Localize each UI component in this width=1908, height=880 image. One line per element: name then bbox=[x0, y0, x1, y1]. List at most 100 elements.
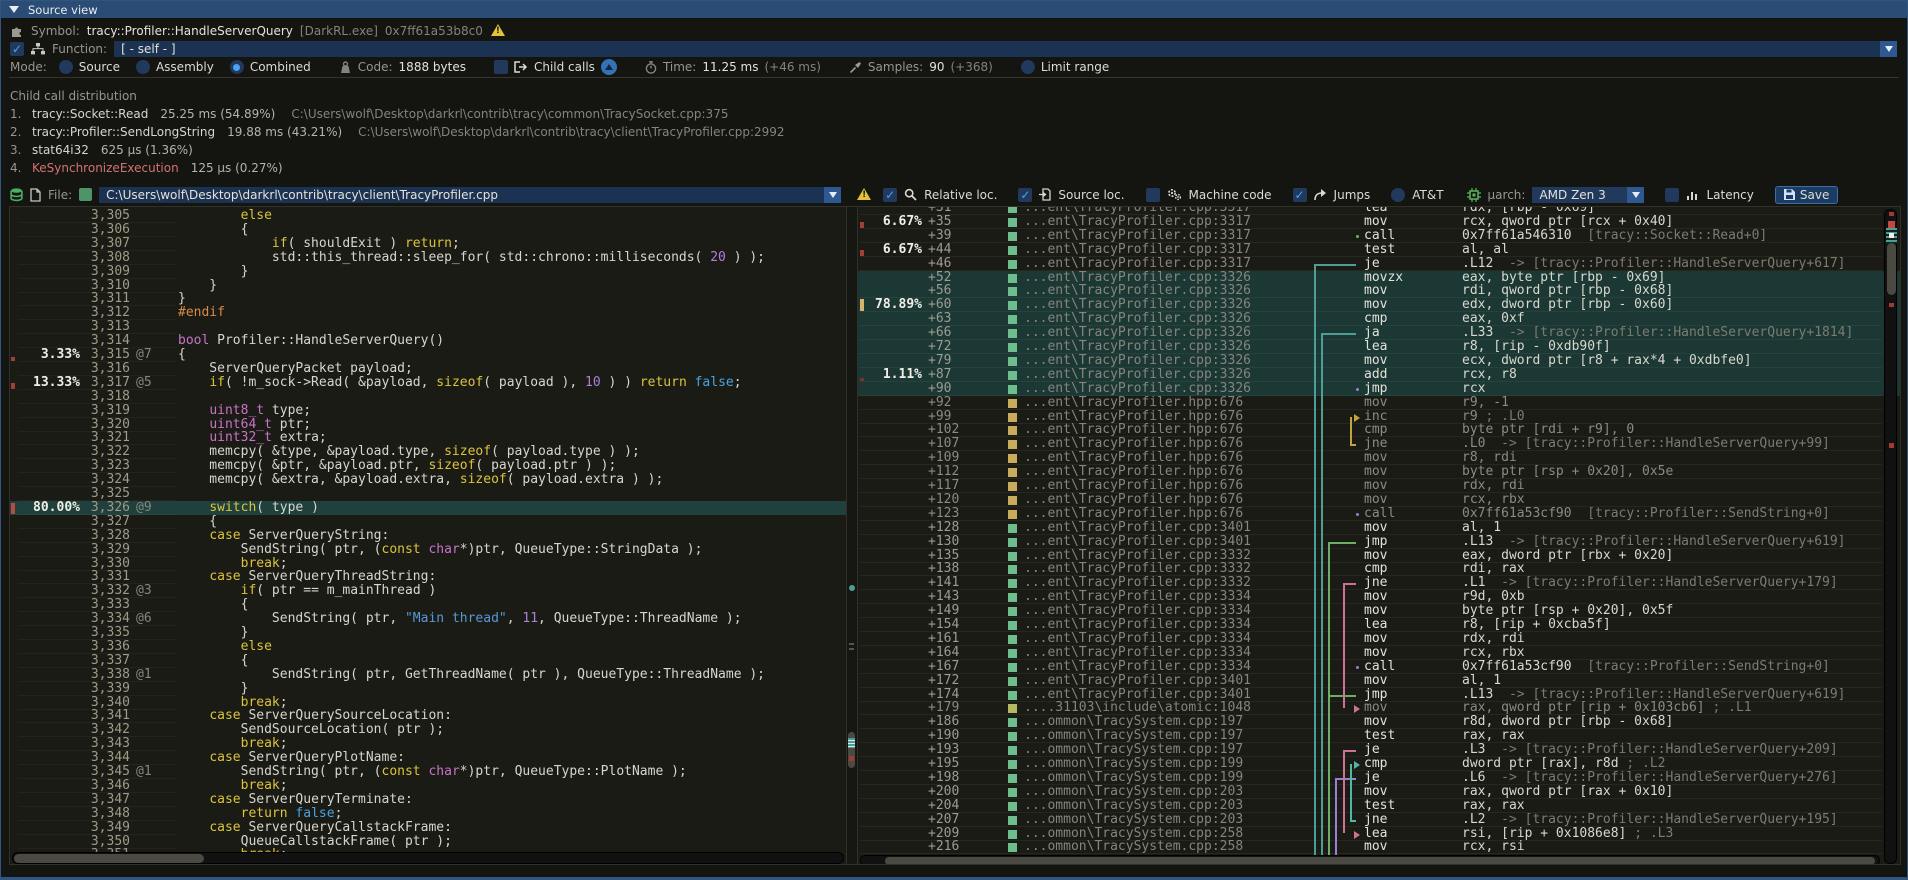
source-line[interactable]: 3,337 { bbox=[10, 654, 846, 668]
source-line[interactable]: 3,324 memcpy( &extra, &payload.extra, si… bbox=[10, 473, 846, 487]
source-line[interactable]: 3,308 std::this_thread::sleep_for( std::… bbox=[10, 251, 846, 265]
divider-grip[interactable] bbox=[849, 585, 855, 591]
asm-hscrollbar[interactable] bbox=[860, 855, 1880, 865]
asm-row[interactable]: +135...ent\TracyProfiler.cpp:3332moveax,… bbox=[858, 549, 1900, 563]
jumps-checkbox[interactable] bbox=[1293, 188, 1307, 202]
source-line[interactable]: 3,311} bbox=[10, 292, 846, 306]
machine-code-checkbox[interactable] bbox=[1146, 188, 1160, 202]
source-line[interactable]: 3,335 } bbox=[10, 626, 846, 640]
asm-row[interactable]: +92...ent\TracyProfiler.hpp:676movr9, -1 bbox=[858, 396, 1900, 410]
source-pane[interactable]: 3,305 else3,306 {3,307 if( shouldExit ) … bbox=[9, 206, 847, 865]
asm-row[interactable]: +167...ent\TracyProfiler.cpp:3334call0x7… bbox=[858, 660, 1900, 674]
source-hscrollbar-thumb[interactable] bbox=[14, 854, 204, 863]
asm-row[interactable]: 78.89%+60...ent\TracyProfiler.cpp:3326mo… bbox=[858, 298, 1900, 312]
asm-row[interactable]: +102...ent\TracyProfiler.hpp:676cmpbyte … bbox=[858, 423, 1900, 437]
relative-loc-label[interactable]: Relative loc. bbox=[924, 188, 997, 202]
source-line[interactable]: 3,339 } bbox=[10, 682, 846, 696]
source-line[interactable]: 3.33%3,315@7{ bbox=[10, 348, 846, 362]
source-loc-label[interactable]: Source loc. bbox=[1058, 188, 1124, 202]
child-call-item[interactable]: 4.KeSynchronizeExecution125 µs (0.27%) bbox=[10, 159, 785, 177]
mode-radio-source[interactable] bbox=[59, 60, 73, 74]
asm-row[interactable]: +109...ent\TracyProfiler.hpp:676movr8, r… bbox=[858, 451, 1900, 465]
source-line[interactable]: 3,341 case ServerQuerySourceLocation: bbox=[10, 709, 846, 723]
child-calls-label[interactable]: Child calls bbox=[534, 60, 595, 74]
limit-range-checkbox[interactable] bbox=[1021, 60, 1035, 74]
asm-row[interactable]: +52...ent\TracyProfiler.cpp:3326movzxeax… bbox=[858, 271, 1900, 285]
asm-row[interactable]: +46...ent\TracyProfiler.cpp:3317je.L12 -… bbox=[858, 257, 1900, 271]
asm-row[interactable]: +107...ent\TracyProfiler.hpp:676jne.L0 -… bbox=[858, 437, 1900, 451]
source-line[interactable]: 3,336 else bbox=[10, 640, 846, 654]
asm-row[interactable]: +130...ent\TracyProfiler.cpp:3401jmp.L13… bbox=[858, 535, 1900, 549]
source-line[interactable]: 3,319 uint8_t type; bbox=[10, 404, 846, 418]
asm-row[interactable]: +56...ent\TracyProfiler.cpp:3326movrdi, … bbox=[858, 284, 1900, 298]
source-line[interactable]: 3,348 return false; bbox=[10, 807, 846, 821]
source-loc-checkbox[interactable] bbox=[1018, 188, 1032, 202]
source-line[interactable]: 3,342 SendSourceLocation( ptr ); bbox=[10, 723, 846, 737]
source-line[interactable]: 3,307 if( shouldExit ) return; bbox=[10, 237, 846, 251]
source-line[interactable]: 3,331 case ServerQueryThreadString: bbox=[10, 570, 846, 584]
asm-row[interactable]: +72...ent\TracyProfiler.cpp:3326lear8, [… bbox=[858, 340, 1900, 354]
asm-row[interactable]: +164...ent\TracyProfiler.cpp:3334movrcx,… bbox=[858, 646, 1900, 660]
source-line[interactable]: 3,323 memcpy( &ptr, &payload.ptr, sizeof… bbox=[10, 459, 846, 473]
source-line[interactable]: 3,305 else bbox=[10, 209, 846, 223]
source-line[interactable]: 3,322 memcpy( &type, &payload.type, size… bbox=[10, 445, 846, 459]
asm-row[interactable]: +161...ent\TracyProfiler.cpp:3334movrdx,… bbox=[858, 632, 1900, 646]
asm-row[interactable]: +207...ommon\TracySystem.cpp:203jne.L2 -… bbox=[858, 813, 1900, 827]
asm-row[interactable]: +143...ent\TracyProfiler.cpp:3334movr9d,… bbox=[858, 590, 1900, 604]
asm-row[interactable]: +120...ent\TracyProfiler.hpp:676movrcx, … bbox=[858, 493, 1900, 507]
att-label[interactable]: AT&T bbox=[1412, 188, 1443, 202]
child-call-item[interactable]: 2.tracy::Profiler::SendLongString19.88 m… bbox=[10, 123, 785, 141]
asm-row[interactable]: +190...ommon\TracySystem.cpp:197testrax,… bbox=[858, 729, 1900, 743]
asm-row[interactable]: +200...ommon\TracySystem.cpp:203movrax, … bbox=[858, 785, 1900, 799]
file-combo-caret[interactable] bbox=[824, 187, 841, 203]
asm-row[interactable]: 6.67%+35...ent\TracyProfiler.cpp:3317mov… bbox=[858, 215, 1900, 229]
title-bar[interactable]: Source view bbox=[1, 1, 1907, 18]
asm-row[interactable]: +186...ommon\TracySystem.cpp:197movr8d, … bbox=[858, 715, 1900, 729]
asm-row[interactable]: +128...ent\TracyProfiler.cpp:3401moval, … bbox=[858, 521, 1900, 535]
asm-vscrollbar-thumb[interactable] bbox=[1887, 243, 1896, 295]
asm-row[interactable]: +204...ommon\TracySystem.cpp:203testrax,… bbox=[858, 799, 1900, 813]
asm-row[interactable]: +39...ent\TracyProfiler.cpp:3317call0x7f… bbox=[858, 229, 1900, 243]
source-line[interactable]: 3,313 bbox=[10, 320, 846, 334]
source-line[interactable]: 3,321 uint32_t extra; bbox=[10, 431, 846, 445]
source-line[interactable]: 3,350 QueueCallstackFrame( ptr ); bbox=[10, 835, 846, 849]
asm-row[interactable]: +172...ent\TracyProfiler.cpp:3401moval, … bbox=[858, 674, 1900, 688]
function-combo-caret[interactable] bbox=[1880, 41, 1897, 57]
asm-row[interactable]: +179....31103\include\atomic:1048movrax,… bbox=[858, 701, 1900, 715]
mode-radio-assembly[interactable] bbox=[136, 60, 150, 74]
source-line[interactable]: 3,330 break; bbox=[10, 557, 846, 571]
source-line[interactable]: 3,310 } bbox=[10, 279, 846, 293]
uarch-combo-caret[interactable] bbox=[1627, 187, 1644, 203]
relative-loc-checkbox[interactable] bbox=[883, 188, 897, 202]
source-line[interactable]: 3,316 ServerQueryPacket payload; bbox=[10, 362, 846, 376]
pane-divider[interactable] bbox=[847, 206, 857, 865]
function-combo[interactable]: [ - self - ] bbox=[114, 41, 1897, 57]
asm-row[interactable]: +198...ommon\TracySystem.cpp:199je.L6 ->… bbox=[858, 771, 1900, 785]
limit-range-label[interactable]: Limit range bbox=[1041, 60, 1109, 74]
asm-row[interactable]: +154...ent\TracyProfiler.cpp:3334lear8, … bbox=[858, 618, 1900, 632]
function-checkbox[interactable] bbox=[10, 42, 24, 56]
source-line[interactable]: 3,327 { bbox=[10, 515, 846, 529]
asm-row[interactable]: +66...ent\TracyProfiler.cpp:3326ja.L33 -… bbox=[858, 326, 1900, 340]
source-line[interactable]: 3,325 bbox=[10, 487, 846, 501]
asm-pane[interactable]: +31...ent\TracyProfiler.cpp:3317leardx, … bbox=[857, 206, 1901, 865]
asm-row[interactable]: +123...ent\TracyProfiler.hpp:676call0x7f… bbox=[858, 507, 1900, 521]
source-hscrollbar[interactable] bbox=[12, 852, 844, 864]
asm-row[interactable]: +195...ommon\TracySystem.cpp:199cmpdword… bbox=[858, 757, 1900, 771]
child-call-item[interactable]: 3.stat64i32625 µs (1.36%) bbox=[10, 141, 785, 159]
save-button[interactable]: Save bbox=[1775, 186, 1838, 204]
asm-hscrollbar-thumb[interactable] bbox=[885, 857, 1875, 865]
source-line[interactable]: 3,314bool Profiler::HandleServerQuery() bbox=[10, 334, 846, 348]
child-calls-expand-button[interactable] bbox=[601, 59, 617, 75]
asm-row[interactable]: +216...ommon\TracySystem.cpp:258movrcx, … bbox=[858, 840, 1900, 854]
source-line[interactable]: 3,333 { bbox=[10, 598, 846, 612]
jumps-label[interactable]: Jumps bbox=[1334, 188, 1371, 202]
asm-row[interactable]: +117...ent\TracyProfiler.hpp:676movrdx, … bbox=[858, 479, 1900, 493]
latency-checkbox[interactable] bbox=[1665, 188, 1679, 202]
asm-row[interactable]: +138...ent\TracyProfiler.cpp:3332cmprdi,… bbox=[858, 562, 1900, 576]
asm-row[interactable]: +63...ent\TracyProfiler.cpp:3326cmpeax, … bbox=[858, 312, 1900, 326]
source-line[interactable]: 3,309 } bbox=[10, 265, 846, 279]
source-line[interactable]: 3,344 case ServerQueryPlotName: bbox=[10, 751, 846, 765]
asm-row[interactable]: 1.11%+87...ent\TracyProfiler.cpp:3326add… bbox=[858, 368, 1900, 382]
asm-row[interactable]: +193...ommon\TracySystem.cpp:197je.L3 ->… bbox=[858, 743, 1900, 757]
